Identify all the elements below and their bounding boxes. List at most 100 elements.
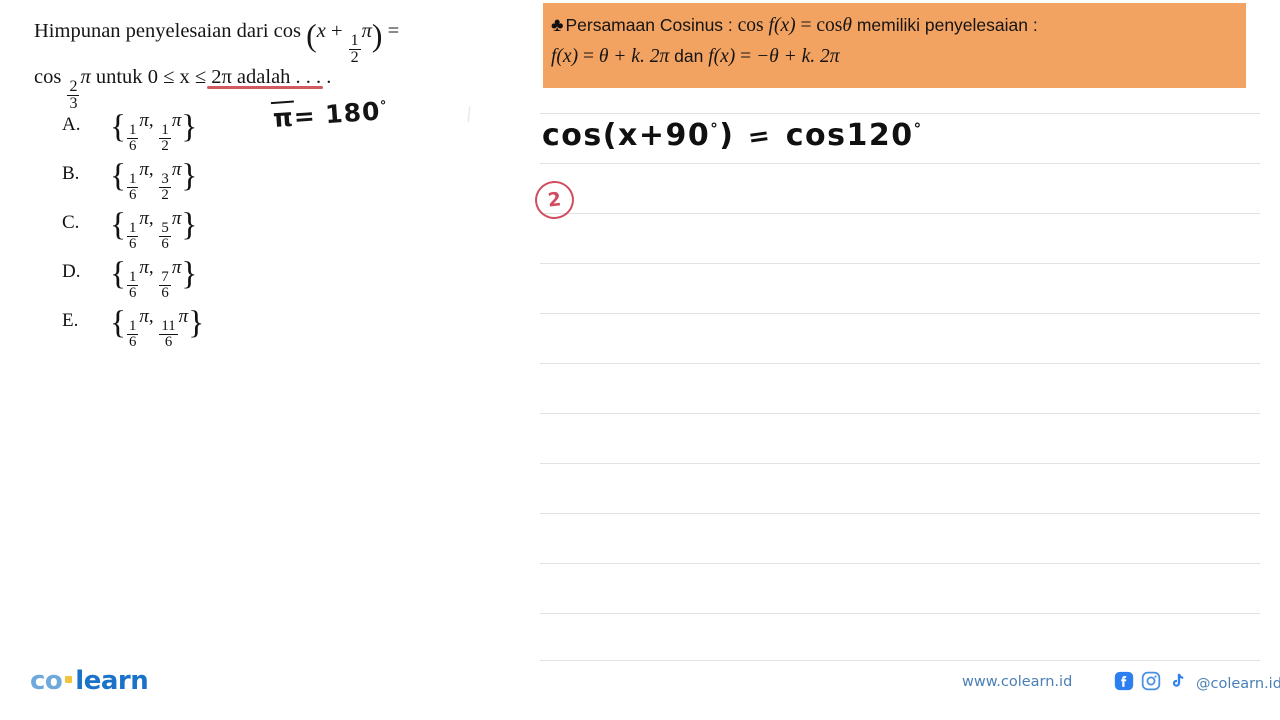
- answer-option-c[interactable]: C. {1 6 π, 5 6 π}: [62, 202, 502, 251]
- option-letter: B.: [62, 163, 80, 184]
- untuk-label: untuk: [95, 66, 143, 88]
- frac-den: 6: [126, 137, 139, 154]
- rule-line: [540, 163, 1260, 164]
- formula-title-line: ♣ Persamaan Cosinus : cos f(x) = cosθ mem…: [551, 10, 1236, 41]
- hw-plus: +: [638, 118, 666, 153]
- question-prefix: Himpunan penyelesaian dari: [34, 20, 269, 42]
- hw-cos-1: cos: [542, 118, 603, 153]
- option-value: {1 6 π, 1 2 π}: [110, 107, 198, 154]
- frac-num: 1: [128, 170, 137, 187]
- frac-num: 5: [161, 219, 169, 236]
- logo-learn-text: learn: [75, 666, 149, 696]
- rule-line: [540, 660, 1260, 661]
- answer-option-d[interactable]: D. {1 6 π, 7 6 π}: [62, 251, 502, 300]
- formula-title: Persamaan Cosinus :: [565, 15, 733, 35]
- rule-line: [540, 613, 1260, 614]
- frac-num: 7: [161, 268, 169, 285]
- frac-num: 1: [128, 317, 137, 334]
- hw-cos-2: cos: [785, 118, 847, 153]
- pi-symbol-2: π: [80, 66, 91, 88]
- hw-angle-90: 90: [665, 118, 711, 153]
- dan-conjunction: dan: [674, 46, 704, 66]
- step-number-badge: 2: [533, 179, 576, 221]
- club-suit-icon: ♣: [551, 15, 564, 36]
- option-value: {1 6 π, 3 2 π}: [110, 156, 198, 203]
- fraction-numerator: 2: [69, 78, 78, 96]
- pi-symbol: π: [361, 20, 372, 42]
- pi-conversion-value: = 180: [292, 96, 382, 132]
- rule-line: [540, 313, 1260, 314]
- cos-token-2: cos: [816, 15, 843, 36]
- hw-equals: =: [746, 120, 774, 154]
- frac-num: 11: [161, 317, 176, 334]
- rule-line: [540, 113, 1260, 114]
- social-links: @colearn.id: [1114, 671, 1280, 696]
- frac-den: 2: [159, 186, 171, 203]
- option-letter: C.: [62, 212, 80, 233]
- pi-glyph: π: [272, 102, 295, 133]
- degree-symbol: °: [379, 98, 389, 115]
- frac-den: 6: [126, 333, 139, 350]
- equals-token: =: [800, 15, 812, 36]
- frac-den: 6: [126, 284, 139, 301]
- fraction-numerator: 1: [350, 32, 359, 50]
- frac-num: 1: [128, 268, 137, 285]
- frac-den: 6: [126, 186, 139, 203]
- question-panel: Himpunan penyelesaian dari cos (x + 1 2 …: [0, 0, 520, 720]
- website-url[interactable]: www.colearn.id: [962, 674, 1072, 690]
- formula-tail: memiliki penyelesaian :: [856, 15, 1038, 35]
- rule-line: [540, 513, 1260, 514]
- frac-num: 1: [161, 121, 169, 138]
- variable-x: x: [316, 20, 326, 42]
- solution-two: −θ + k. 2π: [756, 46, 840, 67]
- open-paren: (: [306, 17, 317, 53]
- handwritten-working-line: cos(x+90°) = cos120°: [542, 118, 923, 153]
- rule-line: [540, 563, 1260, 564]
- frac-den: 6: [159, 284, 171, 301]
- answer-option-b[interactable]: B. {1 6 π, 3 2 π}: [62, 153, 502, 202]
- rule-line: [540, 363, 1260, 364]
- hw-close-paren: ): [719, 118, 735, 153]
- colearn-logo: co learn: [30, 666, 149, 696]
- adalah-label: adalah: [236, 66, 291, 88]
- hw-open-paren: (: [602, 118, 618, 153]
- instagram-icon[interactable]: [1141, 671, 1161, 696]
- theta-symbol: θ: [842, 15, 852, 36]
- answer-option-e[interactable]: E. {1 6 π, 11 6 π}: [62, 300, 502, 349]
- hw-angle-120: 120: [846, 118, 914, 153]
- cos-token: cos: [737, 15, 764, 36]
- frac-num: 1: [128, 121, 137, 138]
- frac-den: 6: [126, 235, 139, 252]
- equals-token-2: =: [582, 46, 594, 67]
- cos-operator-2: cos: [34, 66, 62, 88]
- option-value: {1 6 π, 7 6 π}: [110, 254, 198, 301]
- red-underline-annotation: [207, 86, 323, 89]
- formula-hint-box: ♣ Persamaan Cosinus : cos f(x) = cosθ mem…: [543, 3, 1246, 88]
- equals-token-3: =: [740, 46, 752, 67]
- formula-solution-line: f(x) = θ + k. 2π dan f(x) = −θ + k. 2π: [551, 41, 1236, 72]
- option-value: {1 6 π, 5 6 π}: [110, 205, 198, 252]
- logo-dot-icon: [65, 676, 73, 683]
- facebook-icon[interactable]: [1114, 671, 1134, 696]
- option-letter: E.: [62, 310, 79, 331]
- fx-token: f(x): [768, 15, 796, 36]
- frac-num: 1: [128, 219, 137, 236]
- frac-den: 2: [159, 137, 171, 154]
- rule-line: [540, 213, 1260, 214]
- hw-degree-1: °: [710, 120, 720, 138]
- domain-constraint: 0 ≤ x ≤ 2π: [147, 66, 232, 88]
- frac-num: 3: [161, 170, 169, 187]
- hw-degree-2: °: [913, 120, 923, 138]
- equals-sign: =: [387, 20, 400, 42]
- hw-variable-x: x: [617, 118, 639, 153]
- frac-den: 6: [159, 235, 171, 252]
- social-handle: @colearn.id: [1196, 675, 1280, 692]
- fx-token-3: f(x): [708, 46, 736, 67]
- close-paren: ): [371, 17, 383, 53]
- fx-token-2: f(x): [551, 46, 579, 67]
- option-letter: A.: [62, 114, 81, 135]
- cos-operator: cos: [273, 20, 301, 42]
- tiktok-icon[interactable]: [1168, 671, 1186, 696]
- rule-line: [540, 263, 1260, 264]
- option-letter: D.: [62, 261, 81, 282]
